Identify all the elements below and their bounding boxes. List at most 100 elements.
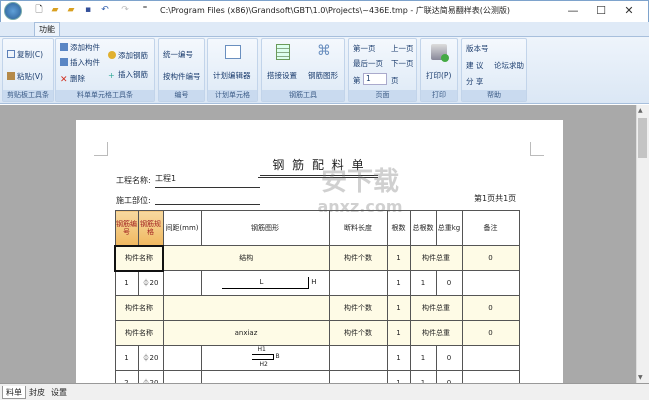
prev-page-button[interactable]: 上一页 (391, 43, 414, 54)
group-help: 版本号 建 议 论坛求助 分 享 帮助 (461, 38, 527, 102)
total-cell: 1 (409, 270, 437, 296)
first-page-button[interactable]: 第一页 (353, 43, 376, 54)
header-cell: 备注 (461, 210, 520, 246)
unify-number-button[interactable]: 统一编号 (163, 49, 193, 60)
count-cell[interactable]: 1 (386, 295, 411, 321)
group-clipboard: 复制(C) 粘贴(V) 剪贴板工具条 (2, 38, 54, 102)
close-button[interactable]: ✕ (616, 3, 642, 19)
splice-settings-button[interactable]: 搭接设置 (267, 70, 297, 81)
table-row[interactable]: 构件名称 构件个数 1 构件总重 0 (114, 295, 520, 321)
insert-component-button[interactable]: 插入构件 (60, 57, 100, 68)
printer-icon (431, 44, 449, 62)
weight-cell: 0 (461, 295, 520, 321)
copy-button[interactable]: 复制(C) (7, 49, 43, 60)
group-label: 剪贴板工具条 (3, 90, 53, 101)
group-plan: 计划编辑器 计划单元格 (207, 38, 258, 102)
share-button[interactable]: 分 享 (466, 76, 483, 87)
sheet-tab-settings[interactable]: 设置 (48, 386, 70, 399)
shape-label-l: L (259, 278, 264, 286)
scrollbar-thumb[interactable] (638, 118, 647, 158)
page-number-input[interactable]: 1 (363, 73, 387, 85)
remark-cell[interactable] (461, 345, 520, 371)
customize-icon[interactable]: ⁼ (140, 5, 150, 15)
component-name-cell[interactable]: 构件名称 (114, 320, 164, 346)
no-cell[interactable]: 1 (114, 270, 139, 296)
weight-cell: 0 (461, 320, 520, 346)
label: 添加构件 (70, 43, 100, 52)
table-row[interactable]: 1 ⏀20 H1 B H2 1 1 0 (114, 345, 520, 371)
spec-cell[interactable]: ⏀20 (137, 345, 164, 371)
add-rebar-button[interactable]: 添加钢筋 (108, 50, 148, 61)
insert-rebar-button[interactable]: + 插入钢筋 (108, 69, 148, 80)
spacing-cell[interactable] (162, 270, 202, 296)
header-cell: 总重kg (435, 210, 463, 246)
table-header: 钢筋编号 钢筋规格 间距(mm) 钢筋图形 断料长度 根数 总根数 总重kg 备… (114, 210, 520, 246)
n-cell[interactable]: 1 (386, 270, 411, 296)
page-info: 第1页共1页 (474, 194, 517, 203)
length-cell[interactable] (328, 270, 388, 296)
remark-cell[interactable] (461, 270, 520, 296)
shape-label-h1: H1 (257, 346, 266, 354)
group-page: 第一页 上一页 最后一页 下一页 第 1 页 页面 (348, 38, 417, 102)
scroll-down-icon[interactable]: ▼ (638, 374, 643, 381)
no-cell[interactable]: 1 (114, 345, 139, 371)
spacing-cell[interactable] (162, 345, 202, 371)
table-row[interactable]: 构件名称 anxiaz 构件个数 1 构件总重 0 (114, 320, 520, 346)
label: 插入构件 (70, 58, 100, 67)
table-row[interactable]: 构件名称 结构 构件个数 1 构件总重 0 (114, 244, 520, 272)
shape-label-b: B (275, 353, 280, 360)
header-cell: 间距(mm) (162, 210, 202, 246)
project-value[interactable]: 工程1 (155, 173, 176, 184)
group-label: 页面 (349, 90, 416, 101)
copy-icon (7, 50, 15, 58)
new-icon[interactable]: 🗋 (34, 5, 44, 15)
number-by-component-button[interactable]: 按构件编号 (163, 71, 201, 82)
window-title: C:\Program Files (x86)\Grandsoft\GBT\1.0… (160, 6, 511, 15)
rebar-shape-button[interactable]: 钢筋图形 (308, 70, 338, 81)
spec-cell[interactable]: ⏀20 (137, 270, 164, 296)
folder-icon[interactable]: ▰ (66, 5, 76, 15)
open-icon[interactable]: ▰ (50, 5, 60, 15)
minimize-button[interactable]: — (560, 3, 586, 19)
maximize-button[interactable]: ☐ (588, 3, 614, 19)
underline (155, 204, 260, 205)
header-cell: 根数 (386, 210, 411, 246)
total-cell: 1 (409, 345, 437, 371)
shape-cell[interactable]: L H (200, 270, 330, 296)
suggest-button[interactable]: 建 议 (466, 60, 483, 71)
rebar-shape-hook (251, 354, 274, 360)
print-button[interactable]: 打印(P) (426, 70, 451, 81)
table-row[interactable]: 1 ⏀20 L H 1 1 0 (114, 270, 520, 296)
structure-cell[interactable]: anxiaz (162, 320, 330, 346)
save-icon[interactable]: ▪ (83, 5, 93, 15)
plan-editor-icon (225, 45, 241, 59)
paste-button[interactable]: 粘贴(V) (7, 71, 43, 82)
version-button[interactable]: 版本号 (466, 43, 489, 54)
sheet-tab-list[interactable]: 料单 (2, 386, 26, 399)
sheet-tab-cover[interactable]: 封皮 (26, 386, 48, 399)
plan-editor-button[interactable]: 计划编辑器 (213, 70, 251, 81)
tab-function[interactable]: 功能 (34, 22, 60, 36)
redo-icon[interactable]: ↷ (120, 5, 130, 15)
count-cell[interactable]: 1 (386, 320, 411, 346)
shape-cell[interactable]: H1 B H2 (200, 345, 330, 371)
length-cell[interactable] (328, 345, 388, 371)
header-cell: 总根数 (409, 210, 437, 246)
structure-cell[interactable]: 结构 (162, 245, 330, 271)
last-page-button[interactable]: 最后一页 (353, 58, 383, 69)
app-menu-button[interactable] (4, 2, 22, 20)
next-page-button[interactable]: 下一页 (391, 58, 414, 69)
n-cell[interactable]: 1 (386, 345, 411, 371)
component-name-cell[interactable]: 构件名称 (114, 295, 164, 321)
scroll-up-icon[interactable]: ▲ (638, 107, 643, 114)
header-cell: 钢筋规格 (137, 210, 164, 246)
structure-cell[interactable] (162, 295, 330, 321)
count-cell[interactable]: 1 (386, 245, 411, 271)
count-label: 构件个数 (328, 245, 388, 271)
undo-icon[interactable]: ↶ (100, 5, 110, 15)
add-component-button[interactable]: 添加构件 (60, 42, 100, 53)
component-name-cell[interactable]: 构件名称 (114, 244, 164, 272)
delete-button[interactable]: ✕ 删除 (60, 73, 85, 85)
group-rebar-tools: ⌘ 搭接设置 钢筋图形 钢筋工具 (261, 38, 345, 102)
forum-button[interactable]: 论坛求助 (494, 60, 524, 71)
